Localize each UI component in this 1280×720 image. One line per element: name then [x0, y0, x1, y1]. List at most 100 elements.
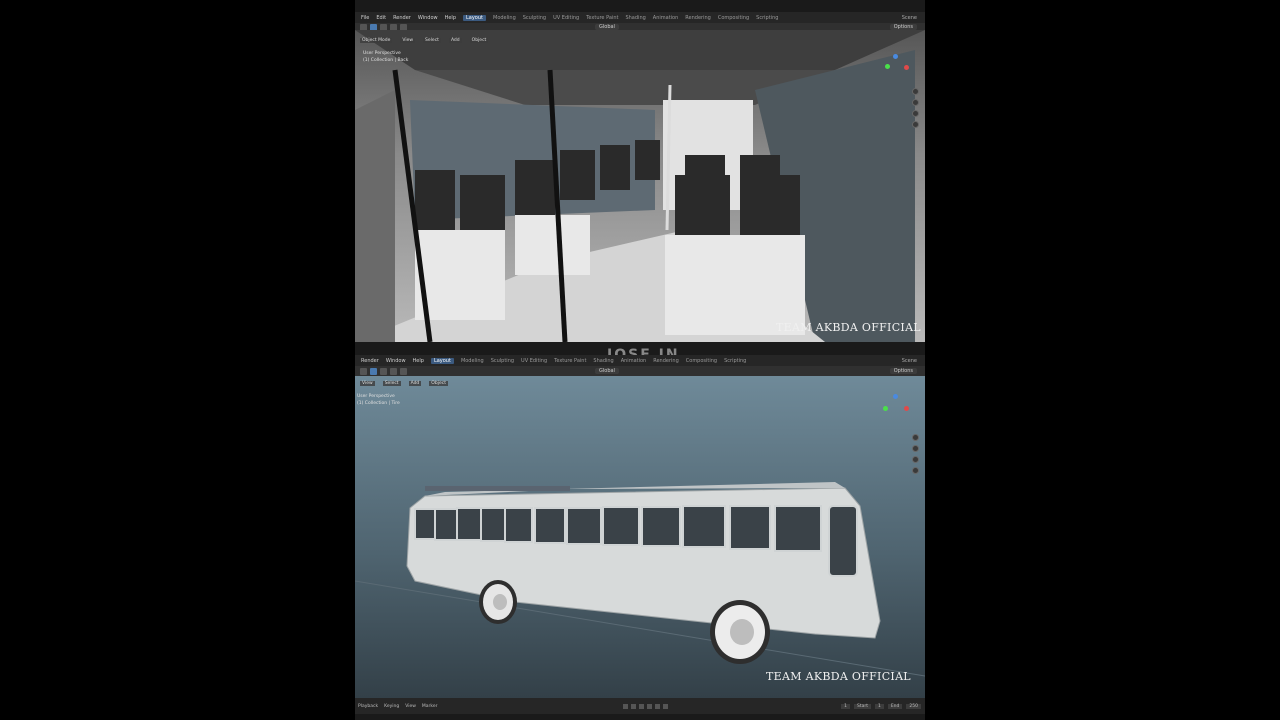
grid-icon[interactable] [912, 467, 919, 474]
tab-compositing[interactable]: Compositing [686, 358, 717, 364]
tab-modeling[interactable]: Modeling [493, 15, 516, 21]
viewport-info: User Perspective (1) Collection | Tire [357, 393, 400, 407]
tab-uv-editing[interactable]: UV Editing [553, 15, 579, 21]
jump-start-icon[interactable] [623, 703, 629, 709]
view-perspective-label: User Perspective [363, 51, 401, 56]
tab-sculpting[interactable]: Sculpting [523, 15, 546, 21]
marker-menu[interactable]: Marker [422, 704, 438, 709]
bottom-viewport-header: View Select Add Object [355, 379, 925, 388]
grid-icon[interactable] [912, 121, 919, 128]
navigation-gizmo[interactable] [881, 390, 911, 420]
play-icon[interactable] [360, 367, 367, 375]
tab-animation[interactable]: Animation [621, 358, 647, 364]
viewport-info: User Perspective (1) Collection | Back [363, 50, 408, 64]
header-mode-menu[interactable]: Object Mode [360, 38, 393, 43]
playback-controls [623, 703, 669, 709]
header-add-menu[interactable]: Add [448, 38, 462, 43]
interior-viewport[interactable]: Object Mode View Select Add Object User … [355, 30, 925, 342]
tab-rendering[interactable]: Rendering [653, 358, 679, 364]
watermark-bottom: TEAM AKBDA OFFICIAL [766, 670, 911, 683]
start-label: Start [853, 703, 871, 709]
top-menu-bar: File Edit Render Window Help Layout Mode… [355, 12, 925, 23]
playback-menu[interactable]: Playback [358, 704, 378, 709]
menu-window[interactable]: Window [418, 15, 438, 21]
keying-menu[interactable]: Keying [384, 704, 399, 709]
bus-interior-render [355, 30, 925, 342]
viewport-nav-buttons [912, 88, 919, 128]
options-dropdown[interactable]: Options [889, 368, 917, 374]
current-frame-field[interactable]: 1 [841, 703, 850, 709]
header-view-menu[interactable]: View [400, 38, 416, 43]
menu-edit[interactable]: Edit [376, 15, 386, 21]
select-mode-icon[interactable] [390, 367, 397, 375]
menu-file[interactable]: File [361, 15, 369, 21]
tab-shading[interactable]: Shading [593, 358, 613, 364]
tab-texture-paint[interactable]: Texture Paint [554, 358, 586, 364]
next-key-icon[interactable] [655, 703, 661, 709]
viewport-nav-buttons [912, 434, 919, 474]
z-axis-icon[interactable] [893, 394, 898, 399]
prev-key-icon[interactable] [631, 703, 637, 709]
bottom-menu-bar: Render Window Help Layout Modeling Sculp… [355, 355, 925, 366]
play-icon[interactable] [647, 703, 653, 709]
tab-scripting[interactable]: Scripting [756, 15, 778, 21]
view-collection-label: (1) Collection | Tire [357, 401, 400, 406]
menu-help[interactable]: Help [413, 358, 424, 364]
view-collection-label: (1) Collection | Back [363, 58, 409, 63]
tab-texture-paint[interactable]: Texture Paint [586, 15, 618, 21]
tab-rendering[interactable]: Rendering [685, 15, 711, 21]
zoom-icon[interactable] [912, 434, 919, 441]
select-mode-icon[interactable] [400, 367, 407, 375]
x-axis-icon[interactable] [904, 406, 909, 411]
tab-uv-editing[interactable]: UV Editing [521, 358, 547, 364]
tab-compositing[interactable]: Compositing [718, 15, 749, 21]
tab-modeling[interactable]: Modeling [461, 358, 484, 364]
x-axis-icon[interactable] [904, 65, 909, 70]
header-object-menu[interactable]: Object [469, 38, 489, 43]
video-frame: File Edit Render Window Help Layout Mode… [355, 0, 925, 720]
scene-selector[interactable]: Scene [902, 358, 917, 364]
z-axis-icon[interactable] [893, 54, 898, 59]
tab-animation[interactable]: Animation [653, 15, 679, 21]
play-reverse-icon[interactable] [639, 703, 645, 709]
header-select-menu[interactable]: Select [423, 38, 441, 43]
menu-window[interactable]: Window [386, 358, 406, 364]
tab-sculpting[interactable]: Sculpting [491, 358, 514, 364]
view-menu[interactable]: View [405, 704, 416, 709]
top-viewport-header: Object Mode View Select Add Object [355, 36, 925, 45]
select-box-icon[interactable] [370, 367, 377, 375]
timeline-bar: Playback Keying View Marker 1 Start 1 En… [355, 698, 925, 714]
camera-icon[interactable] [912, 456, 919, 463]
select-mode-icon[interactable] [380, 367, 387, 375]
tab-layout[interactable]: Layout [463, 14, 486, 21]
scene-selector[interactable]: Scene [902, 15, 917, 21]
start-frame-field[interactable]: 1 [874, 703, 884, 709]
menu-help[interactable]: Help [445, 15, 456, 21]
menu-render[interactable]: Render [393, 15, 411, 21]
camera-icon[interactable] [912, 110, 919, 117]
header-select-menu[interactable]: Select [382, 381, 401, 386]
zoom-icon[interactable] [912, 88, 919, 95]
bus-exterior-render [355, 482, 925, 677]
bottom-toolbar: Global Options [355, 366, 925, 376]
exterior-viewport[interactable]: View Select Add Object User Perspective … [355, 376, 925, 698]
y-axis-icon[interactable] [883, 406, 888, 411]
end-frame-field[interactable]: 250 [906, 703, 921, 709]
header-view-menu[interactable]: View [360, 381, 375, 386]
header-add-menu[interactable]: Add [408, 381, 422, 386]
view-perspective-label: User Perspective [357, 394, 395, 399]
pan-hand-icon[interactable] [912, 99, 919, 106]
jump-end-icon[interactable] [663, 703, 669, 709]
watermark-top: TEAM AKBDA OFFICIAL [776, 321, 921, 334]
tab-scripting[interactable]: Scripting [724, 358, 746, 364]
y-axis-icon[interactable] [885, 64, 890, 69]
pan-hand-icon[interactable] [912, 445, 919, 452]
header-object-menu[interactable]: Object [429, 381, 448, 386]
frame-range: 1 Start 1 End 250 [841, 703, 921, 709]
tab-shading[interactable]: Shading [625, 15, 645, 21]
tab-layout[interactable]: Layout [430, 357, 454, 364]
menu-render[interactable]: Render [361, 358, 379, 364]
navigation-gizmo[interactable] [881, 52, 911, 82]
end-label: End [887, 703, 903, 709]
transform-orientation-dropdown[interactable]: Global [595, 368, 619, 374]
